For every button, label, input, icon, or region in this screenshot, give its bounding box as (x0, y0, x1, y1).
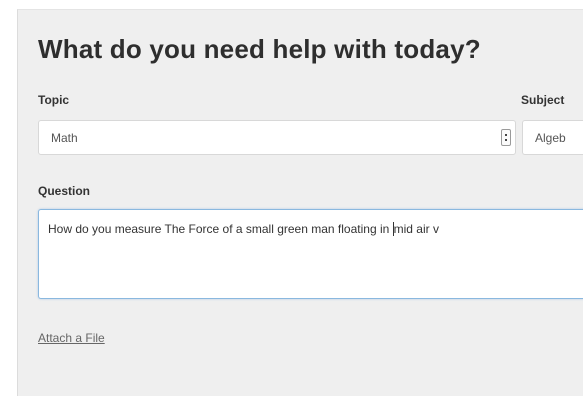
help-request-panel: What do you need help with today? Topic … (17, 9, 583, 396)
question-text-after-caret: mid air v (393, 222, 439, 236)
subject-select[interactable]: Algeb (522, 120, 583, 155)
question-text: How do you measure The Force of a small … (48, 222, 439, 236)
select-stepper-icon[interactable] (501, 129, 511, 146)
subject-label: Subject (521, 93, 565, 107)
question-textarea[interactable]: How do you measure The Force of a small … (38, 209, 583, 299)
question-label: Question (38, 184, 91, 198)
topic-select[interactable]: Math (38, 120, 516, 155)
topic-select-value: Math (51, 131, 78, 145)
attach-file-link[interactable]: Attach a File (38, 331, 105, 345)
subject-select-value: Algeb (535, 131, 566, 145)
question-text-before-caret: How do you measure The Force of a small … (48, 222, 393, 236)
topic-label: Topic (38, 93, 70, 107)
page-title: What do you need help with today? (38, 34, 481, 64)
